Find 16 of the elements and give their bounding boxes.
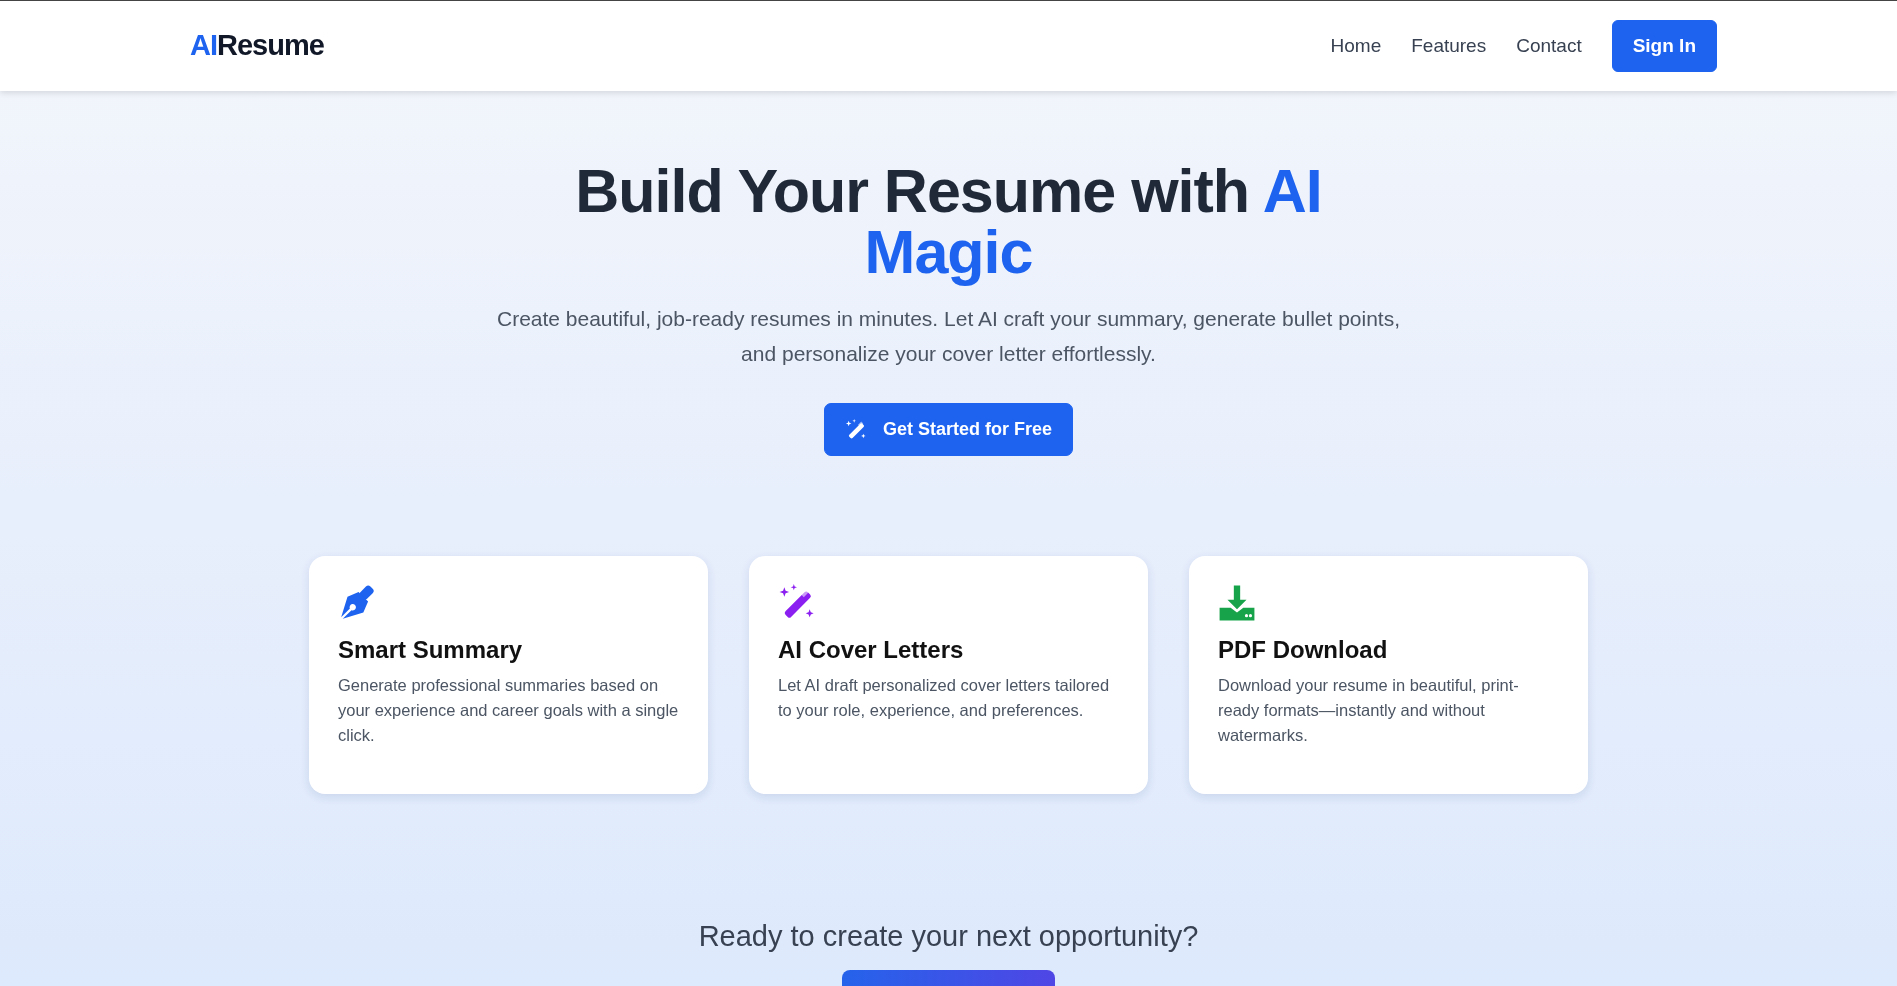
brand-logo[interactable]: AIResume xyxy=(190,24,324,68)
feature-description: Let AI draft personalized cover letters tailored to your role, experience, and preferences. xyxy=(778,674,1111,721)
feature-title: Smart Summary xyxy=(338,636,524,665)
cta-button[interactable] xyxy=(842,969,1055,986)
nav-link[interactable]: Contact xyxy=(1516,31,1582,61)
magic-wand-icon xyxy=(844,418,867,441)
nav-link[interactable]: Features xyxy=(1411,31,1487,61)
feature-title: PDF Download xyxy=(1218,636,1389,665)
feature-description: Generate professional summaries based on your experience and career goals with a single click. xyxy=(338,674,679,746)
feature-description: Download your resume in beautiful, print-ready formats—instantly and without watermarks. xyxy=(1218,674,1520,746)
nav-link[interactable]: Home xyxy=(1330,31,1382,61)
cta-heading: Ready to create your next opportunity? xyxy=(697,919,1200,954)
hero-subtitle: Create beautiful, job-ready resumes in minutes. Let AI craft your summary, generate bullet points, and personalize your cover letter effortlessly. xyxy=(495,306,1402,367)
get-started-button[interactable]: Get Started for Free xyxy=(823,403,1073,456)
sign-in-button[interactable]: Sign In xyxy=(1611,19,1717,73)
feature-title: AI Cover Letters xyxy=(778,636,965,665)
